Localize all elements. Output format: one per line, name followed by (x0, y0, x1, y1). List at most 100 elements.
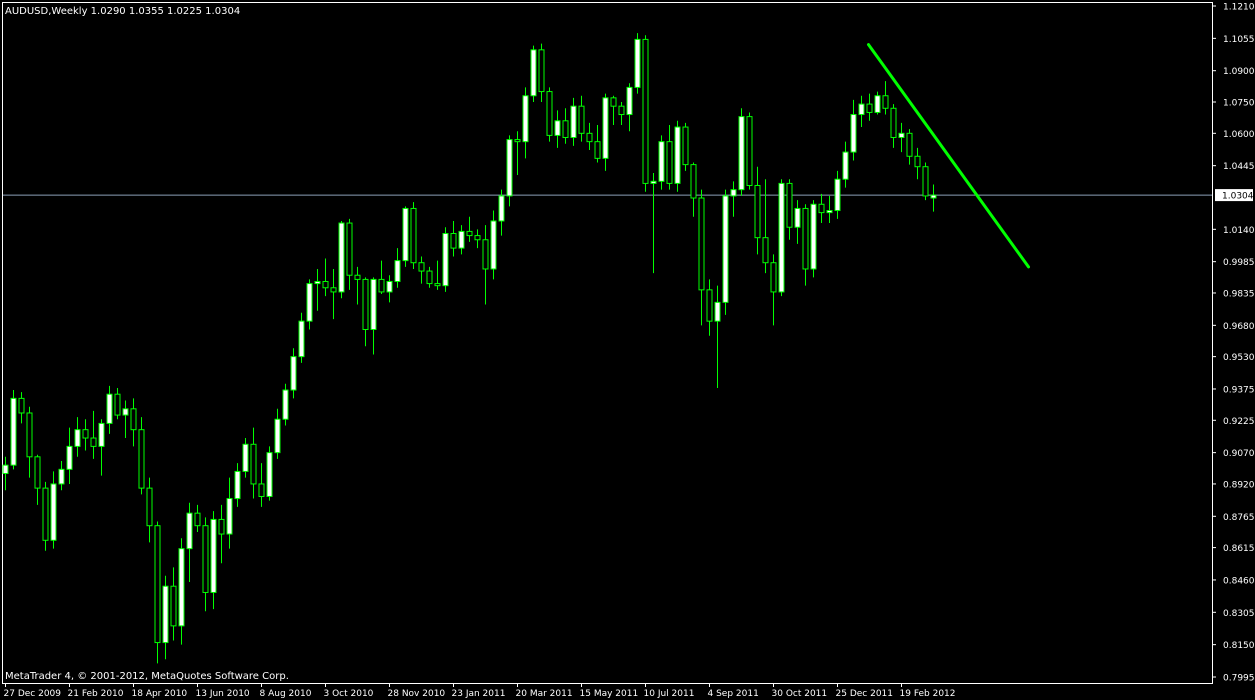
candle-body-bull (794, 207, 801, 228)
candle-body-bull (274, 418, 281, 454)
candle-body-bear (154, 525, 161, 644)
candle-body-bear (890, 107, 897, 138)
candle-body-bull (714, 301, 721, 322)
candle-body-bear (18, 397, 25, 414)
y-tick-label: 1.0140 (1223, 226, 1255, 236)
candle-body-bear (698, 197, 705, 291)
x-tick-label: 4 Sep 2011 (708, 689, 759, 699)
y-tick-label: 0.9070 (1223, 449, 1255, 459)
candle-body-bull (570, 105, 577, 138)
x-tick-label: 25 Dec 2011 (836, 689, 894, 699)
candle (282, 383, 289, 426)
candle-body-bull (650, 180, 657, 184)
candle (530, 45, 537, 103)
x-tick-label: 10 Jul 2011 (644, 689, 695, 699)
candle (738, 108, 745, 196)
candle-body-bull (58, 468, 65, 485)
candle-body-bear (130, 408, 137, 431)
candle-body-bear (538, 49, 545, 93)
candle-body-bear (514, 139, 521, 143)
candle-body-bear (770, 262, 777, 293)
candle-body-bear (906, 132, 913, 157)
candle (722, 189, 729, 315)
candle-body-bull (858, 103, 865, 116)
candle-body-bear (682, 126, 689, 166)
candle-body-bear (922, 166, 929, 197)
candle-body-bull (674, 126, 681, 184)
candle-body-bull (458, 230, 465, 249)
chart-area[interactable]: 1.1210 1.1055 1.0900 1.0750 1.0600 1.0445 1.01… (0, 0, 1255, 700)
candle-body-bull (850, 114, 857, 153)
y-tick-label: 1.1210 (1223, 3, 1255, 13)
candle-body-bull (506, 139, 513, 197)
candle-body-bull (234, 470, 241, 500)
candle (506, 135, 513, 207)
candle-body-bull (10, 397, 17, 466)
x-tick-label: 19 Feb 2012 (900, 689, 956, 699)
y-tick-label: 0.8765 (1223, 513, 1255, 523)
candle-body-bull (370, 278, 377, 330)
candle-body-bull (314, 280, 321, 285)
candle-body-bull (826, 210, 833, 214)
x-tick-label: 15 May 2011 (580, 689, 639, 699)
candle-body-bear (546, 91, 553, 136)
candle-body-bull (2, 464, 9, 475)
candle-body-bear (362, 278, 369, 330)
candle (10, 390, 17, 470)
candle (242, 438, 249, 478)
candle-body-bear (586, 132, 593, 143)
candle-body-bear (114, 393, 121, 416)
candle-body-bull (386, 280, 393, 293)
candle-body-bear (474, 235, 481, 241)
candle-body-bear (34, 456, 41, 489)
copyright-label: MetaTrader 4, © 2001-2012, MetaQuotes So… (5, 671, 289, 682)
candle (634, 33, 641, 94)
candle-body-bear (330, 287, 337, 293)
candle-body-bear (802, 207, 809, 270)
candle-body-bear (218, 518, 225, 535)
candle-body-bear (410, 207, 417, 264)
candle-body-bull (242, 443, 249, 472)
candle-body-bear (786, 182, 793, 228)
candle-body-bull (66, 445, 73, 470)
candle-body-bear (754, 184, 761, 239)
y-tick-label: 0.8460 (1223, 576, 1255, 586)
candle-body-bear (250, 443, 257, 485)
candle (546, 87, 553, 142)
candle (674, 120, 681, 192)
candle-body-bull (842, 151, 849, 180)
candle-body-bull (874, 95, 881, 113)
candle (642, 35, 649, 192)
candle-body-bear (882, 95, 889, 109)
candle-body-bull (778, 182, 785, 293)
candle-body-bull (490, 220, 497, 270)
y-tick-label: 1.1055 (1223, 35, 1255, 45)
candle-body-bear (578, 105, 585, 134)
candle-body-bear (482, 239, 489, 270)
candle (338, 220, 345, 299)
candle-body-bull (722, 195, 729, 303)
candle-body-bull (522, 95, 529, 143)
candle-body-bull (282, 389, 289, 420)
candle-body-bull (122, 408, 129, 416)
candle-body-bull (178, 548, 185, 627)
candle-body-bear (170, 585, 177, 627)
candle-body-bull (834, 178, 841, 212)
candle-body-bull (554, 120, 561, 136)
candle (658, 135, 665, 190)
candle (778, 179, 785, 297)
candle-body-bull (730, 189, 737, 197)
candle (746, 112, 753, 190)
candle-body-bear (258, 483, 265, 497)
y-tick-label: 1.0445 (1223, 162, 1255, 172)
candle-body-bull (106, 393, 113, 424)
candle-body-bear (138, 429, 145, 489)
candle-body-bull (634, 38, 641, 88)
y-tick-label: 0.9985 (1223, 258, 1255, 268)
candle-body-bear (202, 525, 209, 593)
candle-body-bear (426, 270, 433, 285)
chart-header-label: AUDUSD,Weekly 1.0290 1.0355 1.0225 1.030… (5, 6, 240, 17)
candle-body-bull (74, 429, 81, 447)
candle-body-bull (290, 356, 297, 391)
y-tick-label: 1.0750 (1223, 99, 1255, 109)
